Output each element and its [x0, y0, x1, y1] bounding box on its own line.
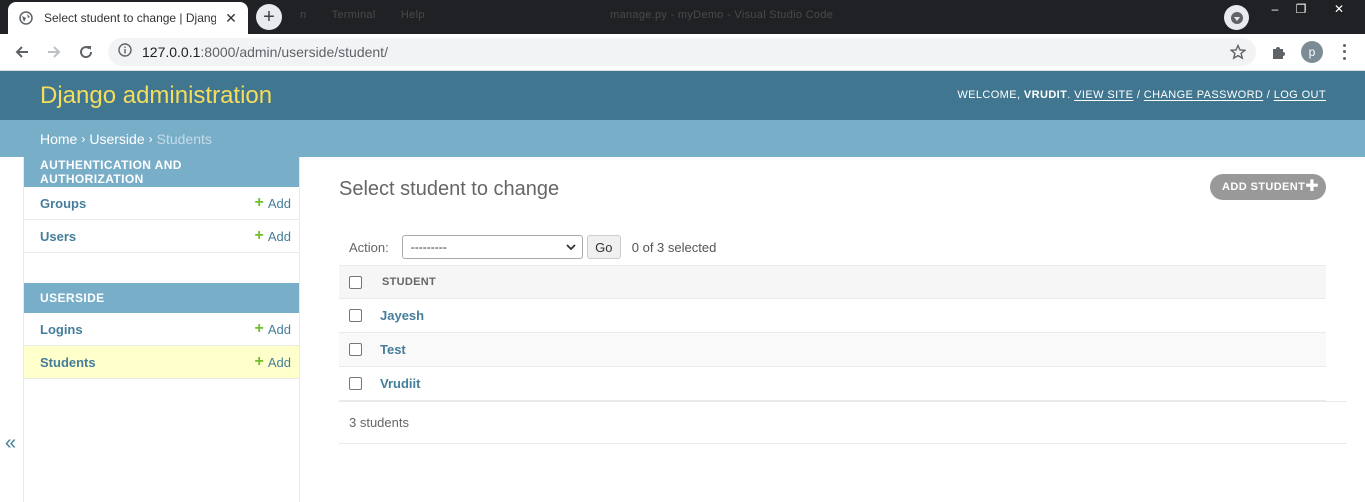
table-row: Test [339, 333, 1326, 367]
sidebar-item-link[interactable]: Logins [40, 322, 83, 337]
view-site-link[interactable]: VIEW SITE [1074, 89, 1133, 101]
user-tools: WELCOME, VRUDIT. VIEW SITE / CHANGE PASS… [957, 89, 1326, 101]
result-list-table: STUDENT Jayesh Test Vrudiit [339, 265, 1326, 401]
download-profile-icon[interactable] [1224, 5, 1249, 30]
profile-avatar[interactable]: p [1301, 41, 1323, 63]
add-groups-link[interactable]: + Add [255, 195, 291, 211]
browser-tab-active[interactable]: Select student to change | Django ✕ [8, 2, 248, 34]
column-header-student[interactable]: STUDENT [382, 276, 436, 288]
action-select[interactable]: --------- [401, 235, 583, 259]
sidebar-item-link[interactable]: Students [40, 355, 96, 370]
actions-bar: Action: --------- Go 0 of 3 selected [339, 229, 1326, 265]
url-text: 127.0.0.1:8000/admin/userside/student/ [142, 44, 388, 60]
page-title: Select student to change [339, 178, 560, 200]
sidebar-item-students: Students + Add [24, 346, 299, 379]
sidebar-item-logins: Logins + Add [24, 313, 299, 346]
action-label: Action: [349, 239, 389, 255]
breadcrumb-home[interactable]: Home [40, 131, 77, 147]
table-row: Vrudiit [339, 367, 1326, 401]
tab-title: Select student to change | Django [44, 11, 216, 25]
change-password-link[interactable]: CHANGE PASSWORD [1144, 89, 1263, 101]
plus-icon: + [254, 353, 264, 370]
add-student-button[interactable]: ADD STUDENT ✚ [1210, 174, 1326, 200]
sidebar-item-link[interactable]: Groups [40, 196, 86, 211]
row-checkbox[interactable] [349, 309, 362, 322]
close-window-button[interactable]: ✕ [1326, 0, 1352, 18]
browser-toolbar: 127.0.0.1:8000/admin/userside/student/ p [0, 34, 1365, 71]
back-arrow-icon[interactable] [10, 40, 34, 64]
student-link[interactable]: Jayesh [380, 308, 424, 323]
plus-icon: + [254, 194, 264, 211]
welcome-text: WELCOME, [957, 89, 1024, 101]
sidebar-item-link[interactable]: Users [40, 229, 76, 244]
extensions-puzzle-icon[interactable] [1270, 43, 1288, 66]
add-users-link[interactable]: + Add [255, 228, 291, 244]
table-header: STUDENT [339, 266, 1326, 299]
sidebar-item-users: Users + Add [24, 220, 299, 253]
sidebar-item-groups: Groups + Add [24, 187, 299, 220]
background-window-title: n Terminal Help manage.py - myDemo - Vis… [300, 9, 834, 21]
nav-sidebar: AUTHENTICATION AND AUTHORIZATION Groups … [23, 157, 300, 502]
chevron-down-icon [566, 240, 576, 254]
student-link[interactable]: Vrudiit [380, 376, 420, 391]
plus-icon: + [254, 320, 264, 337]
add-logins-link[interactable]: + Add [255, 321, 291, 337]
info-icon[interactable] [118, 42, 132, 62]
maximize-window-button[interactable]: ❐ [1288, 0, 1314, 18]
reload-icon[interactable] [74, 40, 98, 64]
breadcrumb-app[interactable]: Userside [89, 131, 144, 147]
forward-arrow-icon[interactable] [42, 40, 66, 64]
log-out-link[interactable]: LOG OUT [1274, 89, 1326, 101]
module-auth: AUTHENTICATION AND AUTHORIZATION Groups … [24, 157, 299, 253]
module-userside: USERSIDE Logins + Add Students + Add [24, 283, 299, 379]
site-branding[interactable]: Django administration [40, 82, 272, 110]
paginator: 3 students [339, 401, 1347, 444]
student-link[interactable]: Test [380, 342, 406, 357]
breadcrumb: Home › Userside › Students [0, 120, 1365, 157]
select-all-checkbox[interactable] [349, 275, 362, 289]
breadcrumb-current: Students [156, 130, 212, 147]
username: VRUDIT [1023, 89, 1068, 101]
admin-header: Django administration WELCOME, VRUDIT. V… [0, 71, 1365, 120]
address-bar[interactable]: 127.0.0.1:8000/admin/userside/student/ [108, 38, 1256, 66]
browser-tabstrip: Select student to change | Django ✕ + n … [0, 0, 1365, 34]
go-button[interactable]: Go [586, 235, 621, 259]
minimize-window-button[interactable]: – [1262, 0, 1288, 18]
browser-menu-icon[interactable] [1338, 42, 1350, 62]
module-caption-auth[interactable]: AUTHENTICATION AND AUTHORIZATION [24, 157, 299, 187]
plus-icon: + [254, 227, 264, 244]
module-caption-userside[interactable]: USERSIDE [24, 283, 299, 313]
globe-icon [18, 10, 34, 26]
selection-counter: 0 of 3 selected [631, 239, 717, 255]
toggle-nav-sidebar-button[interactable]: « [5, 432, 16, 455]
bookmark-star-icon[interactable] [1229, 43, 1247, 65]
table-row: Jayesh [339, 299, 1326, 333]
tab-close-icon[interactable]: ✕ [224, 10, 238, 27]
plus-icon: ✚ [1305, 178, 1319, 195]
row-checkbox[interactable] [349, 377, 362, 390]
new-tab-button[interactable]: + [256, 4, 282, 30]
add-students-link[interactable]: + Add [255, 354, 291, 370]
row-checkbox[interactable] [349, 343, 362, 356]
